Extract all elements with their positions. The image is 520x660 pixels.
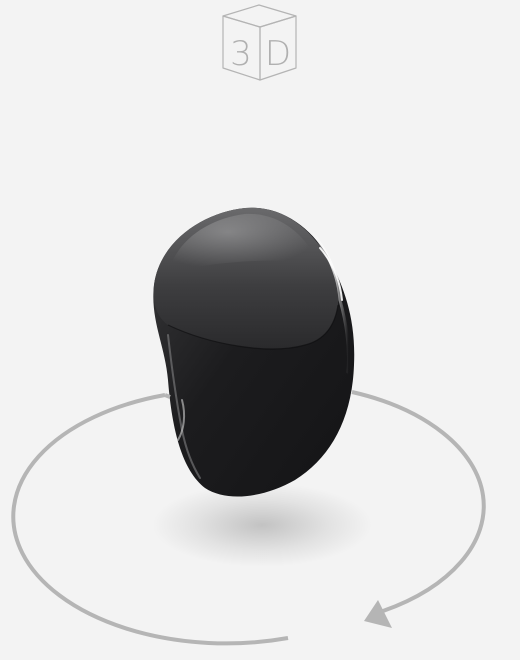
- model-stage[interactable]: [0, 0, 520, 660]
- earbud-3d-model[interactable]: [153, 207, 355, 497]
- rotate-arrow-icon[interactable]: [364, 600, 392, 628]
- model-shadow: [152, 483, 372, 567]
- 3d-viewer[interactable]: 3 D: [0, 0, 520, 660]
